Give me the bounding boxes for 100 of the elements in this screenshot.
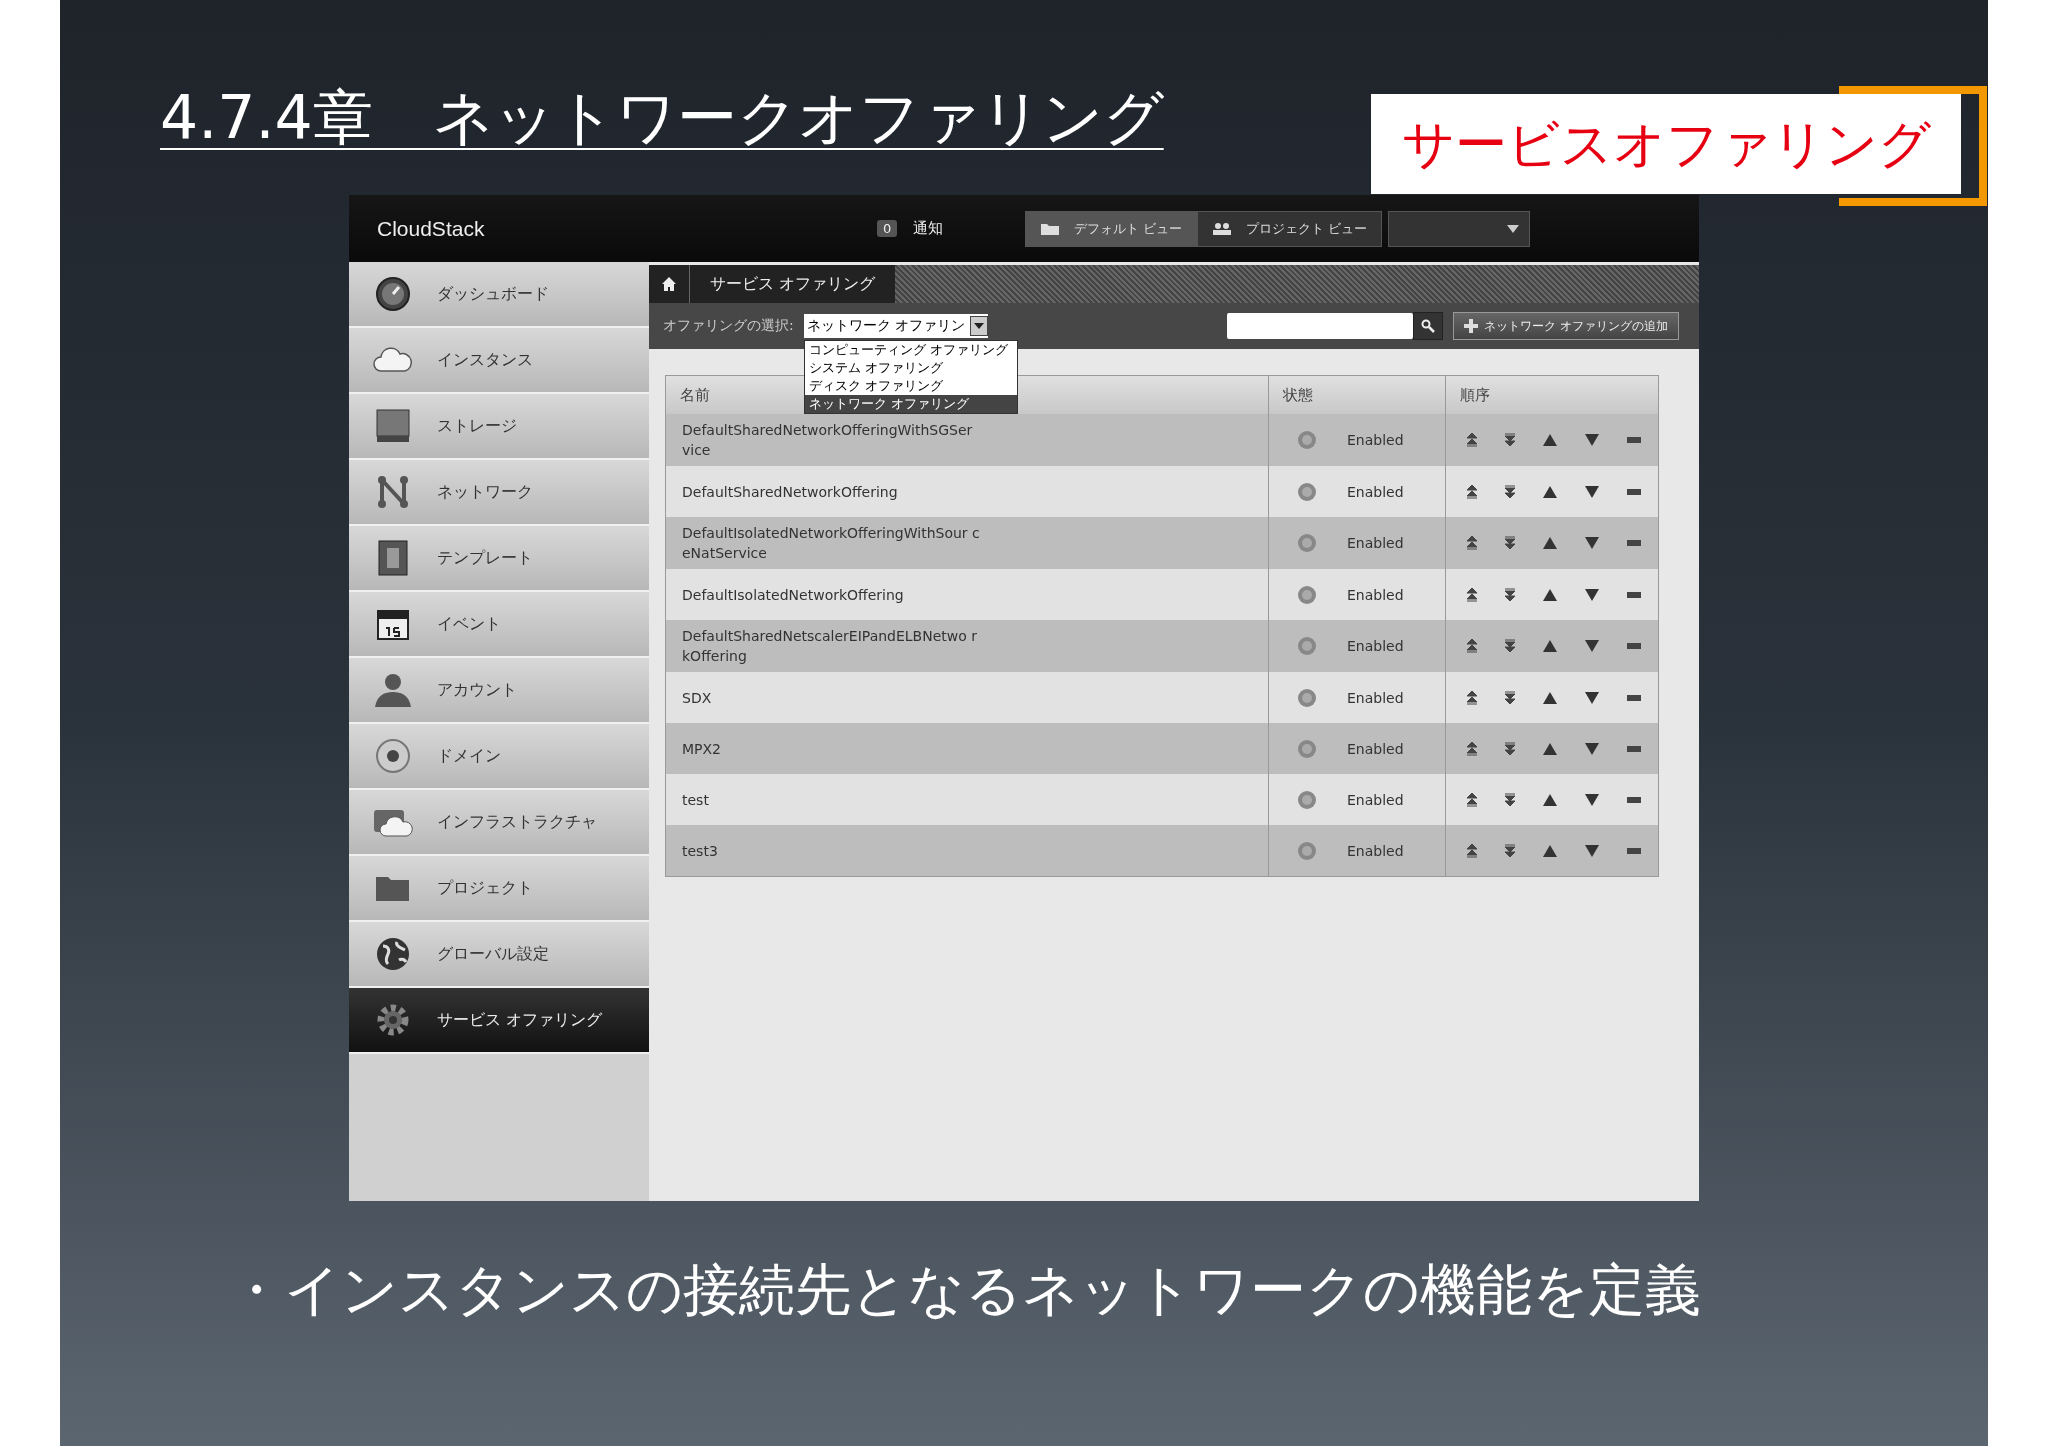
table-row[interactable]: DefaultSharedNetworkOffering Enabled bbox=[666, 466, 1658, 517]
offering-name: test bbox=[682, 790, 710, 810]
move-up-icon[interactable] bbox=[1542, 843, 1558, 858]
sidebar-item[interactable]: インフラストラクチャ bbox=[349, 790, 649, 856]
status-indicator-icon bbox=[1297, 533, 1317, 553]
move-bottom-icon[interactable] bbox=[1504, 433, 1516, 447]
plus-icon bbox=[1464, 319, 1479, 333]
move-down-icon[interactable] bbox=[1584, 639, 1600, 653]
status-indicator-icon bbox=[1297, 481, 1317, 502]
search-button[interactable] bbox=[1413, 312, 1444, 340]
remove-icon[interactable] bbox=[1626, 436, 1642, 444]
move-up-icon[interactable] bbox=[1542, 741, 1558, 756]
table-row[interactable]: MPX2 Enabled bbox=[666, 723, 1658, 774]
move-down-icon[interactable] bbox=[1584, 843, 1600, 858]
table-row[interactable]: DefaultSharedNetscalerEIPandELBNetwo rkOffering Enabled bbox=[666, 620, 1658, 672]
remove-icon[interactable] bbox=[1626, 642, 1642, 650]
table-row[interactable]: test Enabled bbox=[666, 774, 1658, 825]
offering-name: DefaultSharedNetworkOfferingWithSGSer vice bbox=[682, 421, 974, 460]
move-top-icon[interactable] bbox=[1466, 587, 1478, 602]
move-top-icon[interactable] bbox=[1466, 484, 1478, 499]
table-row[interactable]: DefaultSharedNetworkOfferingWithSGSer vice Enabled bbox=[666, 414, 1658, 466]
network-icon bbox=[377, 475, 409, 509]
add-offering-button[interactable]: ネットワーク オファリングの追加 bbox=[1453, 312, 1679, 340]
status-indicator-icon bbox=[1297, 789, 1317, 810]
sidebar-item[interactable]: ダッシュボード bbox=[349, 262, 649, 328]
folder-icon bbox=[1040, 221, 1060, 236]
move-top-icon[interactable] bbox=[1466, 741, 1478, 756]
home-button[interactable] bbox=[649, 265, 689, 303]
move-down-icon[interactable] bbox=[1584, 433, 1600, 447]
remove-icon[interactable] bbox=[1626, 693, 1642, 702]
move-up-icon[interactable] bbox=[1542, 433, 1558, 447]
table-row[interactable]: SDX Enabled bbox=[666, 672, 1658, 723]
move-down-icon[interactable] bbox=[1584, 690, 1600, 705]
move-bottom-icon[interactable] bbox=[1504, 741, 1516, 756]
table-row[interactable]: DefaultIsolatedNetworkOfferingWithSour ceNatService Enabled bbox=[666, 517, 1658, 569]
sidebar-item[interactable]: プロジェクト bbox=[349, 856, 649, 922]
sidebar-item[interactable]: サービス オファリング bbox=[349, 988, 649, 1054]
offering-name: DefaultSharedNetscalerEIPandELBNetwo rkOffering bbox=[682, 627, 979, 666]
sidebar-item[interactable]: ストレージ bbox=[349, 394, 649, 460]
move-up-icon[interactable] bbox=[1542, 639, 1558, 653]
move-bottom-icon[interactable] bbox=[1504, 484, 1516, 499]
sidebar-item[interactable]: ドメイン bbox=[349, 724, 649, 790]
status-text: Enabled bbox=[1347, 535, 1404, 551]
move-up-icon[interactable] bbox=[1542, 484, 1558, 499]
dropdown-option[interactable]: ディスク オファリング bbox=[804, 377, 1017, 395]
person-icon bbox=[373, 672, 413, 708]
table-row[interactable]: DefaultIsolatedNetworkOffering Enabled bbox=[666, 569, 1658, 620]
dropdown-option[interactable]: コンピューティング オファリング bbox=[804, 341, 1017, 359]
status-text: Enabled bbox=[1347, 432, 1404, 448]
dropdown-option[interactable]: ネットワーク オファリング bbox=[804, 395, 1017, 413]
status-text: Enabled bbox=[1347, 791, 1404, 808]
remove-icon[interactable] bbox=[1626, 487, 1642, 496]
move-up-icon[interactable] bbox=[1542, 690, 1558, 705]
move-bottom-icon[interactable] bbox=[1504, 792, 1516, 807]
move-up-icon[interactable] bbox=[1542, 536, 1558, 550]
breadcrumb-item[interactable]: サービス オファリング bbox=[689, 265, 896, 303]
view-button[interactable]: デフォルト ビュー bbox=[1025, 210, 1198, 247]
user-menu-button[interactable] bbox=[1388, 210, 1531, 247]
offering-dropdown[interactable]: ネットワーク オファリン bbox=[803, 314, 988, 338]
sidebar-item[interactable]: インスタンス bbox=[349, 328, 649, 394]
slide-bullet-text: ・インスタンスの接続先となるネットワークの機能を定義 bbox=[228, 1256, 1701, 1324]
move-down-icon[interactable] bbox=[1584, 792, 1600, 807]
move-top-icon[interactable] bbox=[1466, 536, 1478, 550]
move-top-icon[interactable] bbox=[1466, 690, 1478, 705]
move-bottom-icon[interactable] bbox=[1504, 843, 1516, 858]
move-top-icon[interactable] bbox=[1466, 843, 1478, 858]
status-text: Enabled bbox=[1347, 689, 1404, 706]
view-button[interactable]: プロジェクト ビュー bbox=[1197, 210, 1383, 247]
table-row[interactable]: test3 Enabled bbox=[666, 825, 1658, 876]
remove-icon[interactable] bbox=[1626, 539, 1642, 547]
move-bottom-icon[interactable] bbox=[1504, 587, 1516, 602]
move-top-icon[interactable] bbox=[1466, 639, 1478, 653]
move-down-icon[interactable] bbox=[1584, 587, 1600, 602]
remove-icon[interactable] bbox=[1626, 744, 1642, 753]
status-indicator-icon bbox=[1297, 430, 1317, 450]
sidebar-item[interactable]: ネットワーク bbox=[349, 460, 649, 526]
sidebar-item[interactable]: グローバル設定 bbox=[349, 922, 649, 988]
dropdown-option[interactable]: システム オファリング bbox=[804, 359, 1017, 377]
status-text: Enabled bbox=[1347, 638, 1404, 654]
move-up-icon[interactable] bbox=[1542, 587, 1558, 602]
status-indicator-icon bbox=[1297, 584, 1317, 605]
move-down-icon[interactable] bbox=[1584, 484, 1600, 499]
filter-label: オファリングの選択: bbox=[663, 317, 794, 335]
move-top-icon[interactable] bbox=[1466, 433, 1478, 447]
remove-icon[interactable] bbox=[1626, 795, 1642, 804]
remove-icon[interactable] bbox=[1626, 846, 1642, 855]
move-bottom-icon[interactable] bbox=[1504, 536, 1516, 550]
sidebar-item[interactable]: イベント bbox=[349, 592, 649, 658]
move-down-icon[interactable] bbox=[1584, 741, 1600, 756]
remove-icon[interactable] bbox=[1626, 590, 1642, 599]
status-text: Enabled bbox=[1347, 483, 1404, 500]
move-up-icon[interactable] bbox=[1542, 792, 1558, 807]
move-down-icon[interactable] bbox=[1584, 536, 1600, 550]
move-bottom-icon[interactable] bbox=[1504, 639, 1516, 653]
move-bottom-icon[interactable] bbox=[1504, 690, 1516, 705]
sidebar-item[interactable]: テンプレート bbox=[349, 526, 649, 592]
search-field[interactable] bbox=[1227, 313, 1414, 339]
move-top-icon[interactable] bbox=[1466, 792, 1478, 807]
notification-link[interactable]: 通知 bbox=[913, 219, 944, 238]
sidebar-item[interactable]: アカウント bbox=[349, 658, 649, 724]
